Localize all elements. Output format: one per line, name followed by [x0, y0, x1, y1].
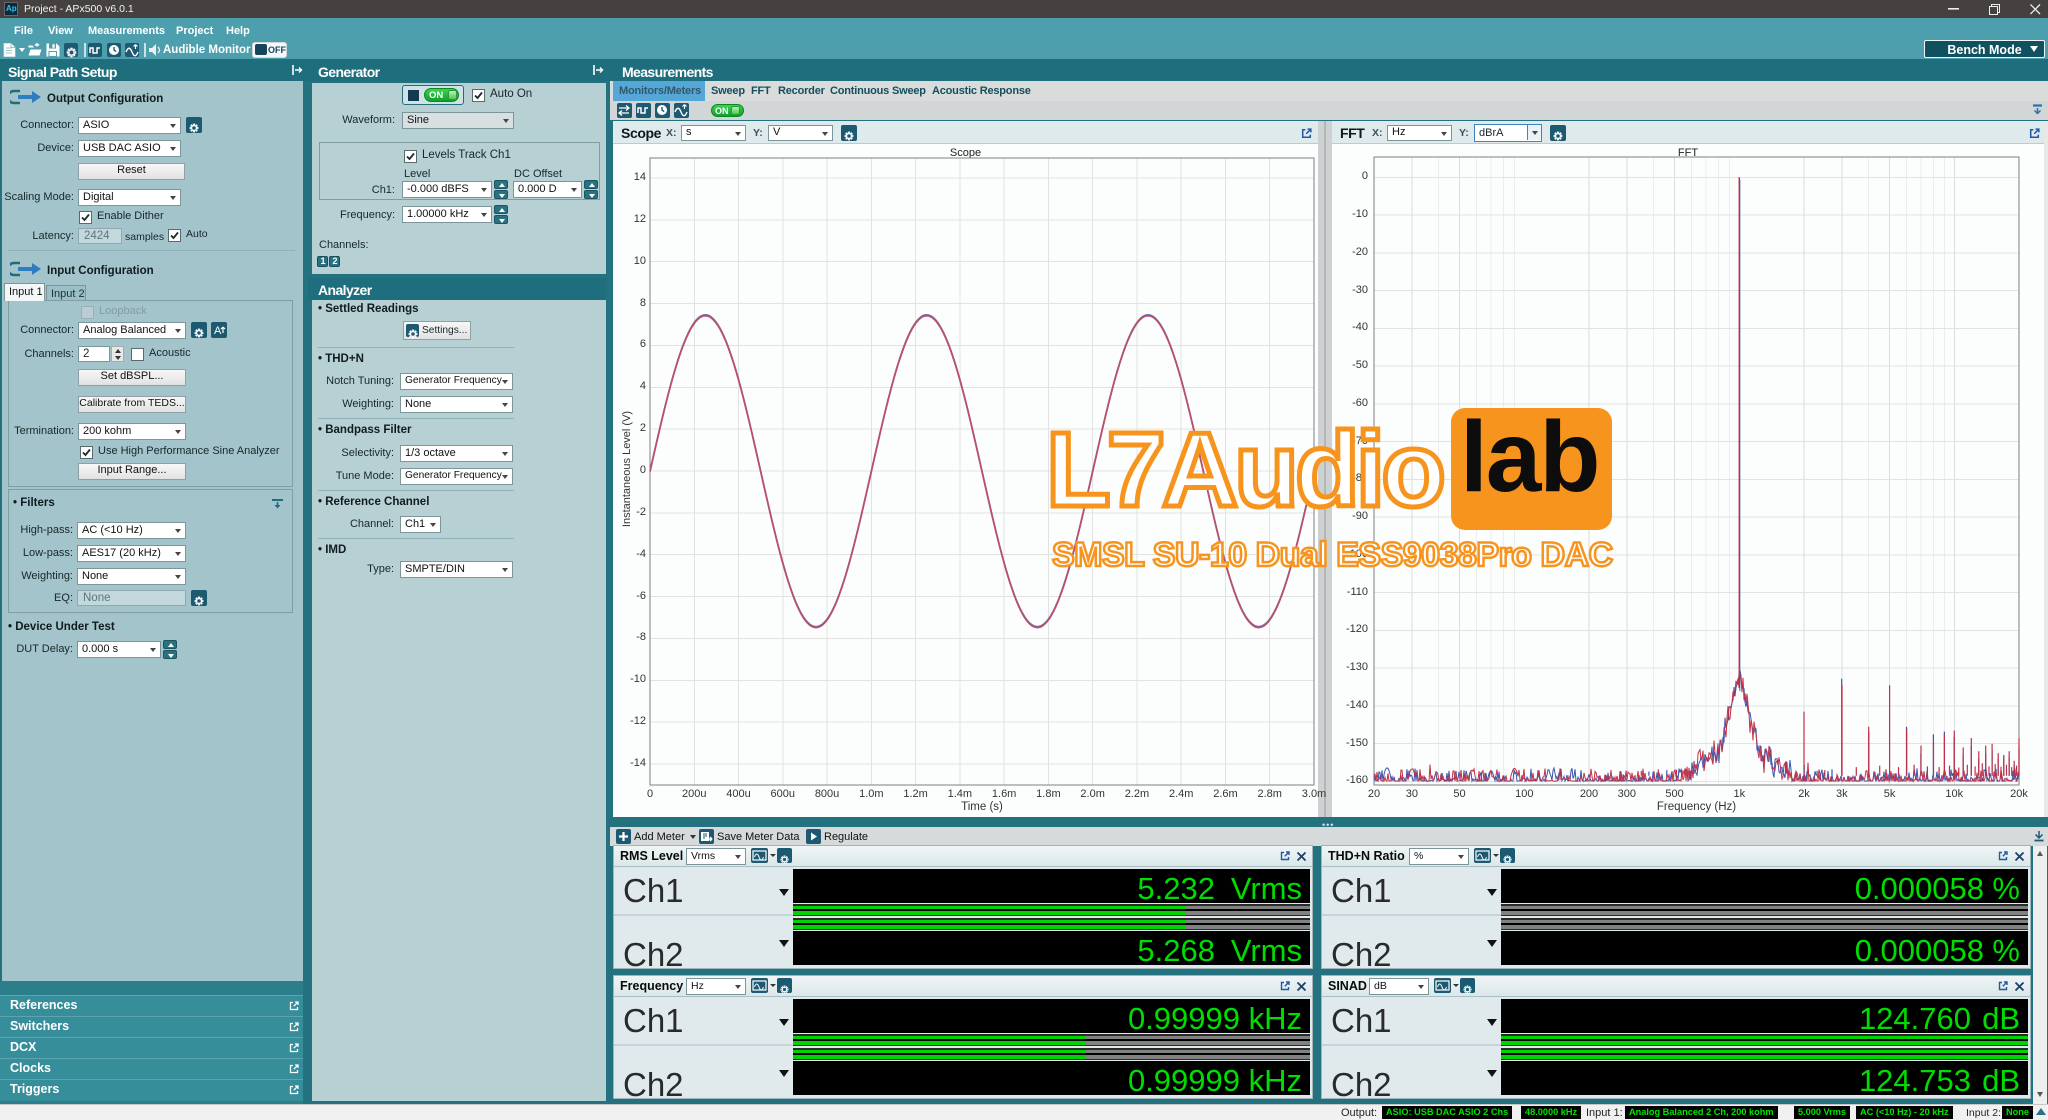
svg-text:A: A	[214, 325, 222, 337]
